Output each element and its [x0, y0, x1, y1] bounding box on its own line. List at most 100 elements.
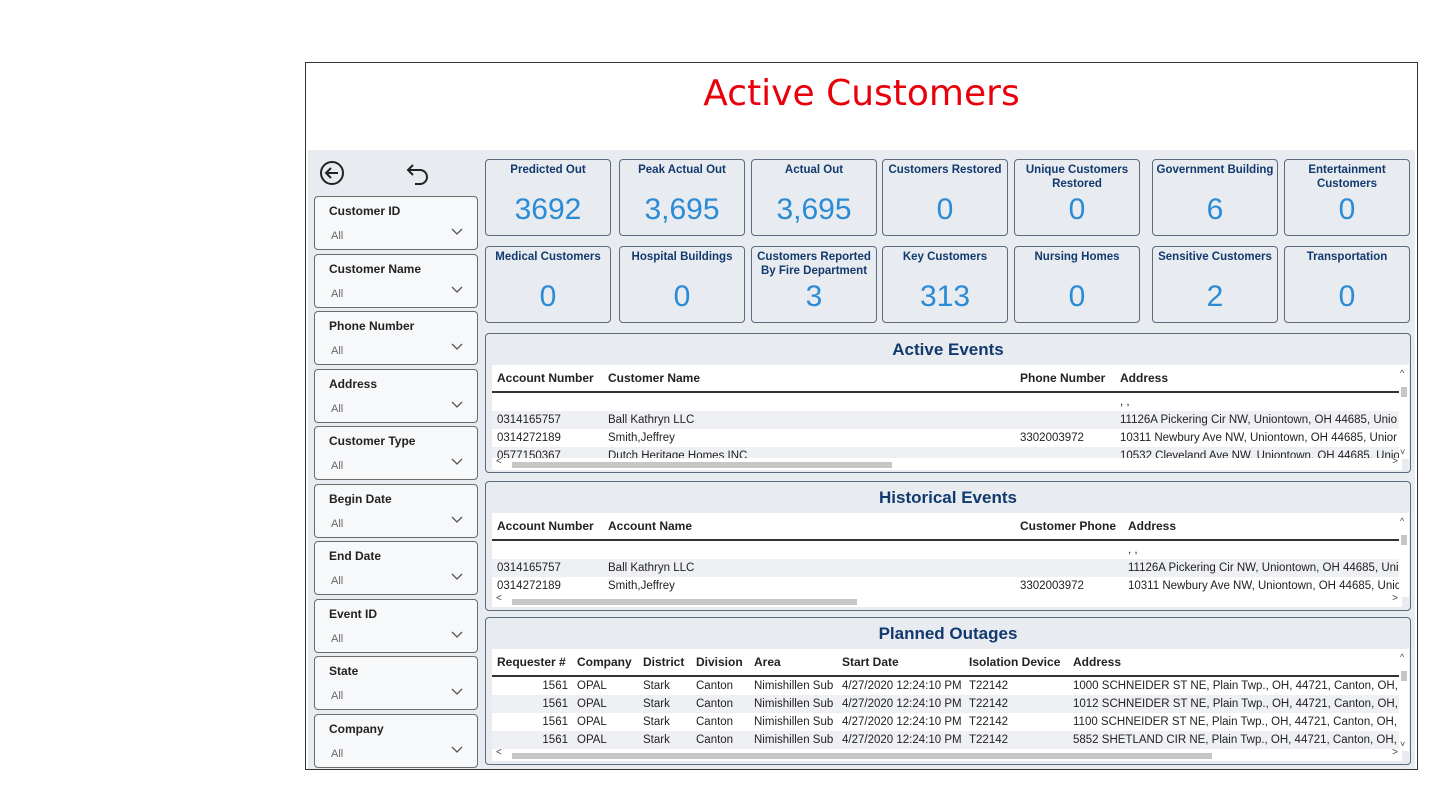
- column-header[interactable]: Division: [696, 655, 743, 669]
- kpi-value: 313: [919, 280, 971, 313]
- table-cell: OPAL: [577, 680, 607, 692]
- scroll-down-icon[interactable]: ˅: [1400, 739, 1405, 749]
- filter-value[interactable]: All: [331, 345, 343, 357]
- table-title: Historical Events: [879, 488, 1017, 507]
- scroll-left-icon[interactable]: <: [496, 593, 502, 604]
- scroll-down-icon[interactable]: ˅: [1400, 447, 1405, 457]
- horizontal-scrollbar[interactable]: < >: [492, 747, 1402, 761]
- vertical-scrollbar[interactable]: ^ ˅: [1399, 649, 1409, 751]
- filter-slicer[interactable]: Phone Number All: [314, 311, 478, 365]
- table-body: Requester # Company District Division Ar…: [492, 649, 1402, 751]
- filter-slicer[interactable]: Customer Type All: [314, 426, 478, 480]
- column-header[interactable]: Company: [577, 655, 632, 669]
- table-cell: 4/27/2020 12:24:10 PM: [842, 698, 962, 710]
- column-header[interactable]: District: [643, 655, 684, 669]
- scroll-right-icon[interactable]: >: [1392, 456, 1398, 467]
- scroll-up-icon[interactable]: ^: [1400, 516, 1404, 526]
- column-header[interactable]: Customer Phone: [1020, 519, 1116, 533]
- circle-arrow-left-icon[interactable]: [319, 160, 345, 186]
- filter-slicer[interactable]: Address All: [314, 368, 478, 423]
- kpi-label: Sensitive Customers: [1158, 251, 1272, 263]
- chevron-down-icon[interactable]: [451, 286, 463, 294]
- table-row[interactable]: 1561 OPAL Stark Canton Nimishillen Sub 4/27/2…: [492, 695, 1402, 713]
- filter-slicer[interactable]: Begin Date All: [314, 483, 478, 538]
- column-header[interactable]: Account Number: [497, 519, 594, 533]
- scroll-left-icon[interactable]: <: [496, 456, 502, 467]
- column-header[interactable]: Phone Number: [1020, 371, 1105, 385]
- scroll-right-icon[interactable]: >: [1392, 593, 1398, 604]
- table-cell: Canton: [696, 680, 734, 692]
- filter-value[interactable]: All: [331, 230, 343, 242]
- scroll-left-icon[interactable]: <: [496, 747, 502, 758]
- table-cell: OPAL: [577, 698, 607, 710]
- kpi-card: Hospital Buildings 0: [619, 246, 745, 323]
- filter-slicer[interactable]: Event ID All: [314, 598, 478, 653]
- table-cell: 10311 Newbury Ave NW, Uniontown, OH 4468…: [1128, 580, 1401, 592]
- table-row[interactable]: 0314165757 Ball Kathryn LLC 11126A Pickeri…: [492, 559, 1402, 577]
- planned-outages-table: Planned Outages Requester # Company Dist…: [485, 617, 1411, 765]
- scroll-right-icon[interactable]: >: [1392, 747, 1398, 758]
- table-cell: 4/27/2020 12:24:10 PM: [842, 734, 962, 746]
- column-header[interactable]: Address: [1120, 371, 1168, 385]
- table-row[interactable]: 0314272189 Smith,Jeffrey 3302003972 10311 N…: [492, 429, 1402, 447]
- column-header[interactable]: Area: [754, 655, 781, 669]
- table-cell: 3302003972: [1020, 580, 1084, 592]
- chevron-down-icon[interactable]: [451, 458, 463, 466]
- kpi-label: Predicted Out: [510, 164, 586, 176]
- table-row[interactable]: 0314165757 Ball Kathryn LLC 11126A Pickeri…: [492, 411, 1402, 429]
- horizontal-scrollbar[interactable]: < >: [492, 593, 1402, 607]
- column-header[interactable]: Account Number: [497, 371, 594, 385]
- undo-icon[interactable]: [405, 160, 431, 186]
- chevron-down-icon[interactable]: [451, 573, 463, 581]
- table-cell: 10311 Newbury Ave NW, Uniontown, OH 4468…: [1120, 432, 1397, 444]
- chevron-down-icon[interactable]: [451, 688, 463, 696]
- vertical-scrollbar[interactable]: ^: [1399, 513, 1409, 597]
- chevron-down-icon[interactable]: [451, 516, 463, 524]
- column-header[interactable]: Start Date: [842, 655, 899, 669]
- filter-slicer[interactable]: End Date All: [314, 541, 478, 595]
- filter-value[interactable]: All: [331, 403, 343, 415]
- filter-value[interactable]: All: [331, 518, 343, 530]
- table-row[interactable]: 1561 OPAL Stark Canton Nimishillen Sub 4/27/2…: [492, 731, 1402, 749]
- filter-slicer[interactable]: Customer Name All: [314, 253, 478, 308]
- filter-value[interactable]: All: [331, 748, 343, 760]
- chevron-down-icon[interactable]: [451, 228, 463, 236]
- table-cell: Canton: [696, 698, 734, 710]
- kpi-label: Key Customers: [902, 251, 988, 263]
- table-cell: 4/27/2020 12:24:10 PM: [842, 680, 962, 692]
- kpi-card: Medical Customers 0: [485, 246, 611, 323]
- table-row[interactable]: , ,: [492, 393, 1402, 411]
- filter-value[interactable]: All: [331, 690, 343, 702]
- column-header[interactable]: Address: [1128, 519, 1176, 533]
- column-header[interactable]: Customer Name: [608, 371, 700, 385]
- chevron-down-icon[interactable]: [451, 343, 463, 351]
- table-row[interactable]: 0314272189 Smith,Jeffrey 3302003972 10311 N…: [492, 577, 1402, 595]
- filter-slicer[interactable]: Company All: [314, 713, 478, 768]
- filter-value[interactable]: All: [331, 288, 343, 300]
- column-header[interactable]: Requester #: [497, 655, 566, 669]
- table-row[interactable]: 1561 OPAL Stark Canton Nimishillen Sub 4/27/2…: [492, 677, 1402, 695]
- vertical-scrollbar[interactable]: ^ ˅: [1399, 365, 1409, 459]
- filter-label: Phone Number: [329, 319, 415, 333]
- scroll-up-icon[interactable]: ^: [1400, 652, 1404, 662]
- chevron-down-icon[interactable]: [451, 746, 463, 754]
- filter-label: State: [329, 664, 359, 678]
- table-header: Account Number Customer Name Phone Numbe…: [492, 365, 1402, 393]
- column-header[interactable]: Address: [1073, 655, 1121, 669]
- filter-slicer[interactable]: State All: [314, 656, 478, 710]
- chevron-down-icon[interactable]: [451, 631, 463, 639]
- filter-value[interactable]: All: [331, 460, 343, 472]
- table-row[interactable]: 1561 OPAL Stark Canton Nimishillen Sub 4/27/2…: [492, 713, 1402, 731]
- column-header[interactable]: Isolation Device: [969, 655, 1060, 669]
- chevron-down-icon[interactable]: [451, 401, 463, 409]
- kpi-card: Sensitive Customers 2: [1152, 246, 1278, 323]
- filter-label: Customer Type: [329, 434, 416, 448]
- filter-value[interactable]: All: [331, 575, 343, 587]
- horizontal-scrollbar[interactable]: < >: [492, 456, 1402, 470]
- scroll-up-icon[interactable]: ^: [1400, 368, 1404, 378]
- filter-slicer[interactable]: Customer ID All: [314, 196, 478, 250]
- table-cell: 3302003972: [1020, 432, 1084, 444]
- filter-value[interactable]: All: [331, 633, 343, 645]
- table-row[interactable]: , ,: [492, 541, 1402, 559]
- column-header[interactable]: Account Name: [608, 519, 692, 533]
